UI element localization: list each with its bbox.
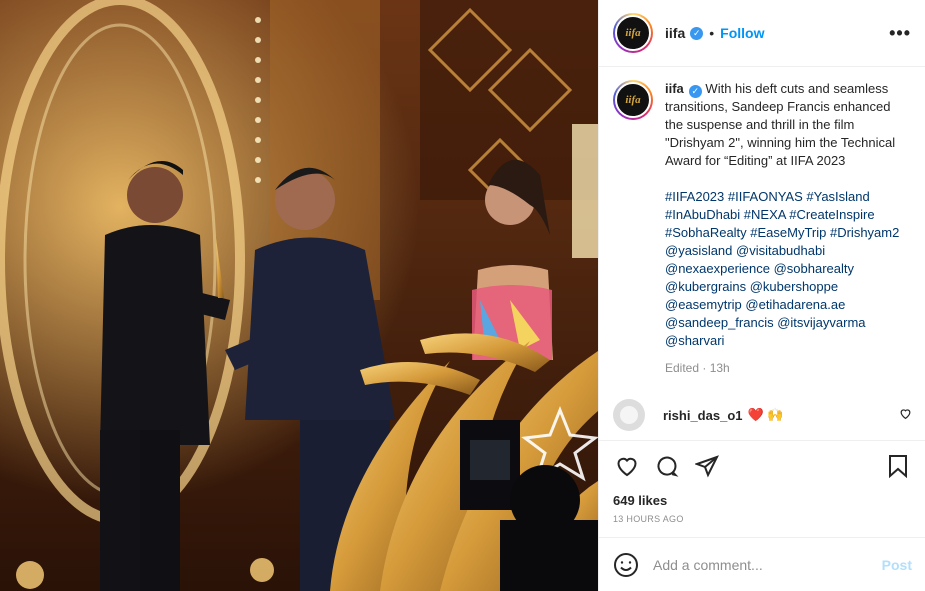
avatar-logo: iifa — [615, 15, 651, 51]
account-avatar[interactable]: iifa — [613, 13, 653, 53]
account-handle[interactable]: iifa — [665, 25, 685, 41]
caption-area: iifa iifa ✓ With his deft cuts and seamle… — [599, 67, 925, 439]
follow-button[interactable]: Follow — [720, 25, 764, 41]
add-comment-bar: Post — [599, 537, 925, 591]
comment-row: rishi_das_o1 ❤️ 🙌 — [613, 399, 912, 431]
emoji-icon[interactable] — [613, 552, 639, 578]
post-header: iifa iifa ✓ • Follow ••• — [599, 0, 925, 67]
post-actions: 649 likes 13 HOURS AGO — [599, 440, 925, 536]
verified-badge-icon: ✓ — [688, 85, 702, 98]
heart-icon[interactable] — [613, 452, 641, 480]
comment-icon[interactable] — [653, 452, 681, 480]
caption-body: iifa ✓ With his deft cuts and seamless tr… — [665, 80, 905, 377]
verified-badge-icon: ✓ — [690, 26, 704, 40]
caption-row: iifa iifa ✓ With his deft cuts and seamle… — [613, 80, 912, 377]
comment-avatar[interactable] — [613, 399, 645, 431]
hashtags[interactable]: #IIFA2023 #IIFAONYAS #YasIsland #InAbuDh… — [665, 188, 905, 350]
action-icons — [613, 441, 912, 491]
caption-avatar[interactable]: iifa — [613, 80, 653, 120]
more-options-icon[interactable]: ••• — [889, 23, 911, 44]
comment-text: ❤️ 🙌 — [747, 407, 784, 422]
comment-like-icon[interactable] — [899, 407, 912, 423]
share-icon[interactable] — [693, 452, 721, 480]
likes-count[interactable]: 649 likes — [613, 493, 912, 508]
post-details-panel: iifa iifa ✓ • Follow ••• iifa iifa ✓ With… — [598, 0, 925, 591]
post-comment-button[interactable]: Post — [882, 557, 912, 573]
post-time[interactable]: 13 HOURS AGO — [613, 514, 912, 524]
edited-timestamp: Edited · 13h — [665, 361, 730, 375]
award-ceremony-image — [0, 0, 598, 591]
avatar-logo: iifa — [615, 82, 651, 118]
header-separator: • — [709, 25, 715, 41]
post-photo[interactable] — [0, 0, 598, 591]
caption-handle[interactable]: iifa — [665, 81, 684, 96]
comment-username[interactable]: rishi_das_o1 — [663, 408, 743, 423]
bookmark-icon[interactable] — [884, 452, 912, 480]
comment-input[interactable] — [653, 556, 873, 573]
